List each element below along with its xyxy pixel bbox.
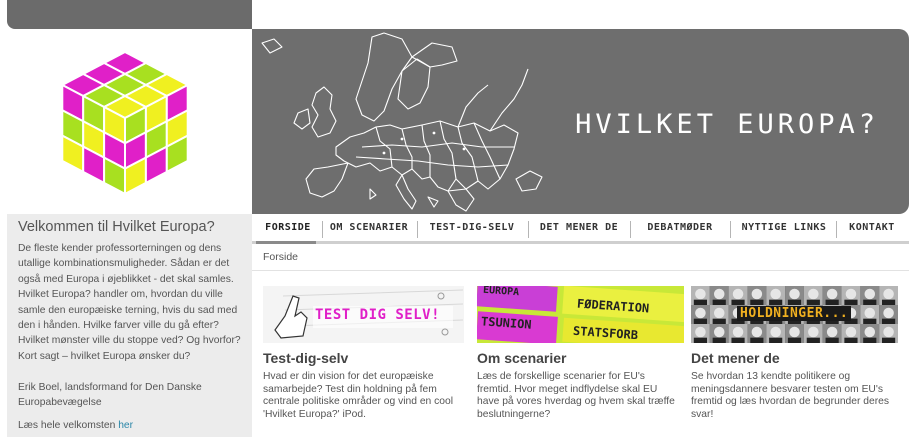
nav-divider (417, 221, 418, 238)
read-more-link[interactable]: her (118, 420, 133, 431)
feature-text-om-scenarier: Læs de forskellige scenarier for EU's fr… (477, 371, 675, 420)
top-bar (7, 0, 252, 29)
feature-title-om-scenarier[interactable]: Om scenarier (477, 350, 567, 366)
welcome-sidebar: Velkommen til Hvilket Europa? De fleste … (7, 214, 252, 437)
det-mener-de-image[interactable]: HOLDNINGER... (691, 286, 898, 343)
nav-item-forside[interactable]: FORSIDE (256, 217, 320, 239)
header-banner: HVILKET EUROPA? (252, 29, 909, 214)
nav-divider (630, 221, 631, 238)
breadcrumb: Forside (263, 251, 299, 263)
test-dig-selv-image[interactable]: TEST DIG SELV! (263, 286, 464, 343)
nav-item-debatmoder[interactable]: DEBATMØDER (634, 217, 726, 239)
read-more-line: Læs hele velkomsten her (18, 418, 243, 433)
feature-title-test-dig-selv[interactable]: Test-dig-selv (263, 350, 348, 366)
site-title: HVILKET EUROPA? (575, 109, 879, 140)
welcome-body: De fleste kender professorterningen og d… (18, 243, 241, 362)
welcome-signature: Erik Boel, landsformand for Den Danske E… (18, 382, 202, 409)
feature-text-test-dig-selv: Hvad er din vision for det europæiske sa… (263, 371, 454, 420)
nav-underline (252, 241, 909, 244)
nav-divider (730, 221, 731, 238)
holdninger-image-text: HOLDNINGER... (737, 306, 852, 321)
nav-active-indicator (256, 241, 316, 244)
test-dig-selv-image-text: TEST DIG SELV! (315, 307, 441, 323)
main-nav: FORSIDE OM SCENARIER TEST-DIG-SELV DET M… (252, 217, 909, 241)
read-more-text: Læs hele velkomsten (18, 420, 116, 431)
nav-item-om-scenarier[interactable]: OM SCENARIER (324, 217, 414, 239)
puzzle-cube-icon (60, 50, 190, 196)
nav-divider (322, 221, 323, 238)
nav-item-det-mener-de[interactable]: DET MENER DE (531, 217, 627, 239)
feature-title-det-mener-de[interactable]: Det mener de (691, 350, 780, 366)
om-scenarier-image[interactable]: EUROPA FØDERATION TSUNION STATSFORB (477, 286, 684, 343)
cube-logo (50, 42, 200, 202)
nav-divider (528, 221, 529, 238)
nav-item-nyttige-links[interactable]: NYTTIGE LINKS (733, 217, 835, 239)
welcome-title: Velkommen til Hvilket Europa? (18, 219, 215, 235)
nav-divider (836, 221, 837, 238)
feature-text-det-mener-de: Se hvordan 13 kendte politikere og menin… (691, 371, 890, 420)
breadcrumb-divider (252, 270, 909, 271)
nav-item-kontakt[interactable]: KONTAKT (839, 217, 905, 239)
nav-item-test-dig-selv[interactable]: TEST-DIG-SELV (420, 217, 524, 239)
